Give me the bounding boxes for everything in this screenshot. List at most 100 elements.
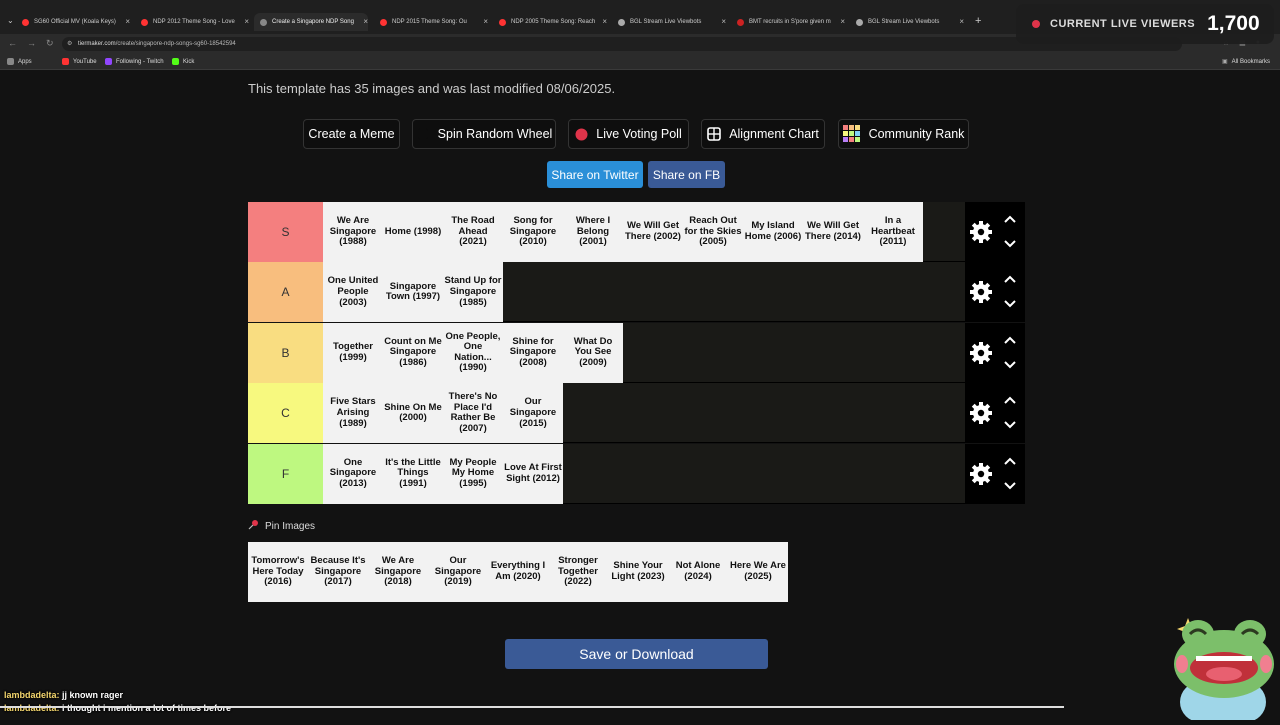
tier-item[interactable]: Shine for Singapore (2008)	[503, 322, 563, 383]
chevron-down-icon[interactable]	[1003, 419, 1017, 430]
chevron-down-icon[interactable]	[1003, 359, 1017, 370]
chevron-up-icon[interactable]	[1003, 395, 1017, 406]
tab-close-icon[interactable]: ×	[721, 17, 726, 26]
tab-close-icon[interactable]: ×	[840, 17, 845, 26]
bookmark-item[interactable]: YouTube	[62, 58, 97, 65]
tier-label[interactable]: B	[248, 322, 323, 383]
tier-item[interactable]: My People My Home (1995)	[443, 443, 503, 504]
chevron-up-icon[interactable]	[1003, 214, 1017, 225]
tab-close-icon[interactable]: ×	[363, 17, 368, 26]
tier-item[interactable]: Where I Belong (2001)	[563, 202, 623, 262]
tier-item[interactable]: Our Singapore (2019)	[428, 542, 488, 602]
browser-tab[interactable]: BGL Stream Live Viewbots ×	[618, 13, 726, 31]
tier-item[interactable]: Reach Out for the Skies (2005)	[683, 202, 743, 262]
browser-tab[interactable]: BMT recruits in S'pore given m ×	[737, 13, 845, 31]
tier-item[interactable]: It's the Little Things (1991)	[383, 443, 443, 504]
tab-close-icon[interactable]: ×	[244, 17, 249, 26]
tab-close-icon[interactable]: ×	[483, 17, 488, 26]
tier-item[interactable]: Everything I Am (2020)	[488, 542, 548, 602]
tier-item[interactable]: Love At First Sight (2012)	[503, 443, 563, 504]
bookmark-item[interactable]: Following - Twitch	[105, 58, 164, 65]
gear-icon[interactable]	[969, 401, 993, 425]
tier-item[interactable]: Not Alone (2024)	[668, 542, 728, 602]
chevron-down-icon[interactable]	[1003, 238, 1017, 249]
gear-icon[interactable]	[969, 280, 993, 304]
gear-icon[interactable]	[969, 220, 993, 244]
share-twitter-button[interactable]: Share on Twitter	[547, 161, 643, 188]
url-field[interactable]: ⚙ tiermaker.com/create/singapore-ndp-son…	[62, 37, 1182, 51]
chat-username: lambdadelta:	[4, 703, 60, 713]
tier-item[interactable]: Singapore Town (1997)	[383, 262, 443, 323]
live-poll-button[interactable]: Live Voting Poll	[568, 119, 689, 149]
tier-item[interactable]: One People, One Nation... (1990)	[443, 322, 503, 383]
tier-label[interactable]: C	[248, 383, 323, 444]
pin-images-toggle[interactable]: Pin Images	[248, 519, 315, 533]
tier-item-label: There's No Place I'd Rather Be (2007)	[448, 390, 498, 434]
tier-item[interactable]: Because It's Singapore (2017)	[308, 542, 368, 602]
tab-close-icon[interactable]: ×	[959, 17, 964, 26]
tier-item[interactable]: Shine Your Light (2023)	[608, 542, 668, 602]
tab-close-icon[interactable]: ×	[125, 17, 130, 26]
share-fb-button[interactable]: Share on FB	[648, 161, 725, 188]
tab-title: NDP 2005 Theme Song: Reach	[511, 19, 596, 25]
tier-item-label: We Are Singapore (2018)	[374, 555, 422, 588]
gear-icon[interactable]	[969, 462, 993, 486]
tab-search-icon[interactable]: ⌄	[7, 16, 14, 25]
tier-item[interactable]: Five Stars Arising (1989)	[323, 383, 383, 444]
tier-label[interactable]: A	[248, 262, 323, 323]
tier-item[interactable]: The Road Ahead (2021)	[443, 202, 503, 262]
tier-item[interactable]: We Are Singapore (2018)	[368, 542, 428, 602]
community-rank-button[interactable]: Community Rank	[838, 119, 969, 149]
tier-item[interactable]: Count on Me Singapore (1986)	[383, 322, 443, 383]
new-tab-button[interactable]: +	[975, 15, 981, 27]
tier-item[interactable]: My Island Home (2006)	[743, 202, 803, 262]
chevron-up-icon[interactable]	[1003, 274, 1017, 285]
tier-item-label: Home (1998)	[384, 225, 442, 237]
tier-item[interactable]: Together (1999)	[323, 322, 383, 383]
forward-icon[interactable]: →	[27, 38, 36, 49]
chevron-up-icon[interactable]	[1003, 335, 1017, 346]
back-icon[interactable]: ←	[8, 38, 17, 49]
chevron-up-icon[interactable]	[1003, 456, 1017, 467]
tier-item[interactable]: What Do You See (2009)	[563, 322, 623, 383]
tier-label[interactable]: S	[248, 202, 323, 262]
chevron-down-icon[interactable]	[1003, 480, 1017, 491]
tier-items: Five Stars Arising (1989) Shine On Me (20…	[323, 383, 563, 444]
spin-wheel-button[interactable]: Spin Random Wheel	[412, 119, 556, 149]
all-bookmarks[interactable]: ▣ All Bookmarks	[1222, 58, 1270, 66]
tier-item[interactable]: One United People (2003)	[323, 262, 383, 323]
tier-item[interactable]: Song for Singapore (2010)	[503, 202, 563, 262]
bookmark-item[interactable]: Kick	[172, 58, 194, 65]
tier-item[interactable]: Here We Are (2025)	[728, 542, 788, 602]
tier-item[interactable]: One Singapore (2013)	[323, 443, 383, 504]
chevron-down-icon[interactable]	[1003, 298, 1017, 309]
tier-item[interactable]: Stronger Together (2022)	[548, 542, 608, 602]
browser-tab[interactable]: NDP 2015 Theme Song: Ou ×	[380, 13, 488, 31]
site-info-icon[interactable]: ⚙	[67, 37, 72, 51]
save-download-button[interactable]: Save or Download	[505, 639, 768, 669]
tier-item[interactable]: There's No Place I'd Rather Be (2007)	[443, 383, 503, 444]
browser-tab[interactable]: SG60 Official MV (Koala Keys) ×	[22, 13, 130, 31]
browser-tab[interactable]: NDP 2005 Theme Song: Reach ×	[499, 13, 607, 31]
tier-item[interactable]: In a Heartbeat (2011)	[863, 202, 923, 262]
tier-item[interactable]: We Will Get There (2002)	[623, 202, 683, 262]
tab-close-icon[interactable]: ×	[602, 17, 607, 26]
pushpin-icon	[248, 519, 259, 533]
browser-tab[interactable]: NDP 2012 Theme Song - Love ×	[141, 13, 249, 31]
browser-tab[interactable]: Create a Singapore NDP Song ×	[254, 13, 368, 31]
tier-label[interactable]: F	[248, 443, 323, 504]
chat-message: lambdadelta: i thought i mention a lot o…	[4, 703, 231, 713]
tier-item[interactable]: Home (1998)	[383, 202, 443, 262]
browser-tab[interactable]: BGL Stream Live Viewbots ×	[856, 13, 964, 31]
tier-item[interactable]: Shine On Me (2000)	[383, 383, 443, 444]
tier-item[interactable]: Our Singapore (2015)	[503, 383, 563, 444]
gear-icon[interactable]	[969, 341, 993, 365]
tier-item[interactable]: We Will Get There (2014)	[803, 202, 863, 262]
alignment-chart-button[interactable]: Alignment Chart	[701, 119, 825, 149]
reload-icon[interactable]: ↻	[46, 38, 54, 49]
bookmark-item[interactable]: Apps	[7, 58, 32, 65]
create-meme-button[interactable]: Create a Meme	[303, 119, 400, 149]
tier-item[interactable]: Stand Up for Singapore (1985)	[443, 262, 503, 323]
tier-item[interactable]: We Are Singapore (1988)	[323, 202, 383, 262]
tier-item[interactable]: Tomorrow's Here Today (2016)	[248, 542, 308, 602]
